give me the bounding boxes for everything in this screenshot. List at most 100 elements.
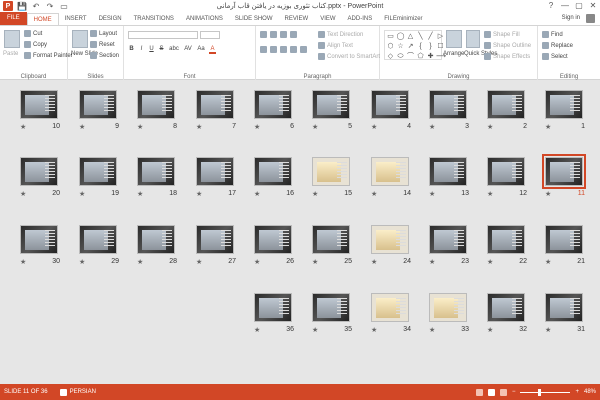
slide-transition-icon[interactable]: ★ (79, 258, 85, 266)
slide-thumbnail[interactable] (20, 157, 58, 186)
paste-button[interactable]: Paste (3, 51, 18, 57)
tab-design[interactable]: DESIGN (93, 13, 128, 25)
slide-transition-icon[interactable]: ★ (487, 326, 493, 334)
slide-transition-icon[interactable]: ★ (371, 190, 377, 198)
slide-transition-icon[interactable]: ★ (20, 190, 26, 198)
align-left-icon[interactable] (260, 46, 267, 53)
copy-button[interactable]: Copy (24, 41, 47, 48)
convert-smartart-button[interactable]: Convert to SmartArt (318, 53, 380, 60)
slide-thumbnail[interactable] (312, 225, 350, 254)
zoom-out-button[interactable]: − (512, 389, 516, 395)
shape-gallery-item[interactable]: ◇ (386, 52, 395, 61)
slide-thumbnail[interactable] (371, 157, 409, 186)
slide-thumbnail[interactable] (137, 225, 175, 254)
slide-transition-icon[interactable]: ★ (487, 258, 493, 266)
slide-transition-icon[interactable]: ★ (371, 123, 377, 131)
columns-icon[interactable] (300, 46, 307, 53)
shape-gallery-item[interactable]: ↗ (406, 42, 415, 51)
layout-button[interactable]: Layout (90, 30, 117, 37)
format-painter-button[interactable]: Format Painter (24, 52, 73, 59)
language-indicator[interactable]: PERSIAN (59, 388, 96, 396)
slide-transition-icon[interactable]: ★ (137, 190, 143, 198)
slide-transition-icon[interactable]: ★ (312, 123, 318, 131)
shape-gallery-item[interactable]: ⬭ (396, 52, 405, 61)
shape-gallery-item[interactable]: △ (406, 32, 415, 41)
text-shadow-button[interactable]: abc (168, 46, 180, 54)
align-right-icon[interactable] (280, 46, 287, 53)
underline-button[interactable]: U (148, 46, 155, 54)
slide-transition-icon[interactable]: ★ (429, 190, 435, 198)
slide-thumbnail[interactable] (487, 90, 525, 119)
tab-file[interactable]: FILE (0, 12, 27, 25)
reading-view-icon[interactable] (499, 388, 507, 396)
slide-thumbnail[interactable] (545, 90, 583, 119)
character-spacing-button[interactable]: AV (183, 46, 193, 54)
slide-transition-icon[interactable]: ★ (487, 123, 493, 131)
slide-transition-icon[interactable]: ★ (429, 258, 435, 266)
avatar[interactable] (586, 14, 595, 23)
save-icon[interactable]: 💾 (17, 2, 27, 11)
slide-transition-icon[interactable]: ★ (371, 258, 377, 266)
slide-thumbnail[interactable] (542, 154, 586, 189)
shape-gallery-item[interactable]: ⌒ (406, 52, 415, 61)
shape-gallery-item[interactable]: } (426, 42, 435, 51)
slide-transition-icon[interactable]: ★ (254, 123, 260, 131)
slide-transition-icon[interactable]: ★ (137, 258, 143, 266)
slide-thumbnail[interactable] (79, 90, 117, 119)
slide-thumbnail[interactable] (429, 293, 467, 322)
shape-gallery-item[interactable]: ✚ (426, 52, 435, 61)
slide-thumbnail[interactable] (371, 225, 409, 254)
slide-transition-icon[interactable]: ★ (545, 123, 551, 131)
font-color-button[interactable]: A (209, 46, 216, 54)
shape-gallery-item[interactable]: ▭ (386, 32, 395, 41)
slide-transition-icon[interactable]: ★ (254, 326, 260, 334)
numbering-icon[interactable] (270, 31, 277, 38)
sign-in-link[interactable]: Sign in (562, 15, 580, 21)
text-direction-button[interactable]: Text Direction (318, 31, 363, 38)
shape-gallery-item[interactable]: ╱ (426, 32, 435, 41)
slide-transition-icon[interactable]: ★ (429, 326, 435, 334)
indent-icon[interactable] (280, 31, 287, 38)
replace-button[interactable]: Replace (542, 42, 573, 49)
slide-transition-icon[interactable]: ★ (545, 326, 551, 334)
slide-transition-icon[interactable]: ★ (312, 326, 318, 334)
slide-transition-icon[interactable]: ★ (429, 123, 435, 131)
minimize-icon[interactable]: — (558, 0, 572, 12)
slide-transition-icon[interactable]: ★ (20, 123, 26, 131)
slide-thumbnail[interactable] (545, 225, 583, 254)
arrange-button[interactable]: Arrange (443, 51, 464, 57)
slide-transition-icon[interactable]: ★ (137, 123, 143, 131)
slide-thumbnail[interactable] (79, 157, 117, 186)
slide-transition-icon[interactable]: ★ (312, 190, 318, 198)
shape-outline-button[interactable]: Shape Outline (484, 42, 531, 49)
slide-thumbnail[interactable] (545, 293, 583, 322)
slide-thumbnail[interactable] (79, 225, 117, 254)
tab-view[interactable]: VIEW (314, 13, 341, 25)
justify-icon[interactable] (290, 46, 297, 53)
shape-gallery-item[interactable]: ☐ (436, 42, 445, 51)
slide-thumbnail[interactable] (20, 90, 58, 119)
zoom-slider[interactable] (520, 388, 571, 396)
slide-thumbnail[interactable] (487, 157, 525, 186)
slide-thumbnail[interactable] (254, 225, 292, 254)
tab-slide-show[interactable]: SLIDE SHOW (229, 13, 279, 25)
arrange-icon[interactable] (446, 30, 462, 48)
start-from-beginning-icon[interactable]: ▭ (59, 2, 69, 11)
slide-thumbnail[interactable] (20, 225, 58, 254)
slide-thumbnail[interactable] (371, 90, 409, 119)
slide-thumbnail[interactable] (429, 90, 467, 119)
normal-view-icon[interactable] (475, 388, 483, 396)
slide-thumbnail[interactable] (196, 157, 234, 186)
select-button[interactable]: Select (542, 53, 568, 60)
slide-thumbnail[interactable] (312, 90, 350, 119)
slide-thumbnail[interactable] (487, 225, 525, 254)
italic-button[interactable]: I (138, 46, 145, 54)
slide-transition-icon[interactable]: ★ (196, 190, 202, 198)
font-size-dropdown[interactable] (200, 31, 220, 39)
slide-thumbnail[interactable] (312, 293, 350, 322)
slide-thumbnail[interactable] (429, 225, 467, 254)
slide-thumbnail[interactable] (196, 225, 234, 254)
shape-gallery-item[interactable]: ▷ (436, 32, 445, 41)
slide-thumbnail[interactable] (196, 90, 234, 119)
undo-icon[interactable]: ↶ (31, 2, 41, 11)
